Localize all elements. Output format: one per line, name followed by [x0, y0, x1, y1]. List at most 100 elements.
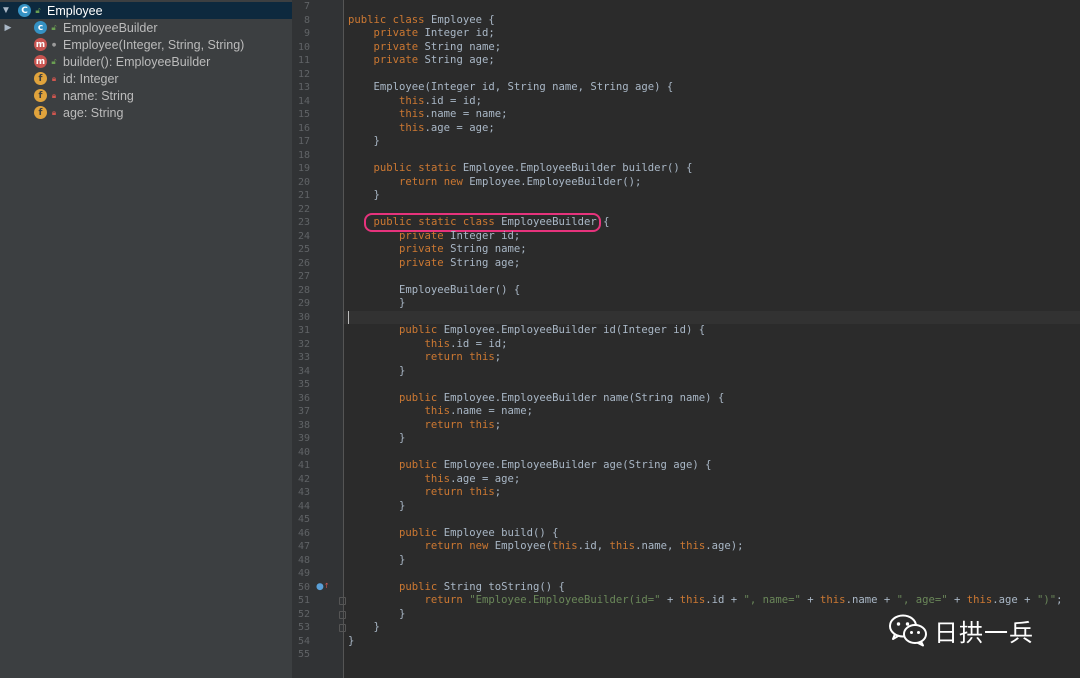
line-number: 40	[297, 446, 310, 458]
code-line[interactable]: }	[348, 189, 380, 203]
wechat-icon	[889, 614, 927, 647]
line-number: 15	[297, 109, 310, 120]
line-number: 47	[297, 541, 310, 552]
code-line[interactable]: public Employee.EmployeeBuilder id(Integ…	[348, 324, 705, 338]
tree-item[interactable]: ▶ c 🔓︎ EmployeeBuilder	[0, 19, 292, 36]
watermark-text: 日拱一兵	[934, 618, 1034, 647]
tree-item-label: age: String	[63, 105, 124, 120]
line-number: 12	[297, 68, 310, 80]
class-icon: c	[34, 21, 47, 34]
code-line[interactable]: public String toString() {	[348, 581, 565, 595]
code-line[interactable]: return new Employee(this.id, this.name, …	[348, 540, 744, 554]
code-line[interactable]: public static Employee.EmployeeBuilder b…	[348, 162, 693, 176]
code-line[interactable]: }	[348, 135, 380, 149]
code-line[interactable]: public class Employee {	[348, 14, 495, 28]
code-line[interactable]: return this;	[348, 419, 502, 433]
code-line[interactable]: return new Employee.EmployeeBuilder();	[348, 176, 641, 190]
line-number: 33	[297, 352, 310, 363]
code-line[interactable]: public Employee build() {	[348, 527, 558, 541]
code-line[interactable]: this.name = name;	[348, 405, 533, 419]
line-number: 20	[297, 176, 310, 188]
line-number: 13	[297, 82, 310, 93]
code-line[interactable]: public Employee.EmployeeBuilder name(Str…	[348, 392, 724, 406]
line-number: 16	[297, 122, 310, 134]
code-line[interactable]: public static class EmployeeBuilder {	[348, 216, 610, 230]
method-icon: m	[34, 38, 47, 51]
code-line[interactable]: }	[348, 432, 405, 446]
line-number: 38	[297, 419, 310, 431]
code-line[interactable]: private Integer id;	[348, 27, 495, 41]
code-line[interactable]: this.name = name;	[348, 108, 507, 122]
code-line[interactable]: return "Employee.EmployeeBuilder(id=" + …	[348, 594, 1063, 608]
code-line[interactable]: }	[348, 608, 405, 622]
tree-item-label: name: String	[63, 88, 134, 103]
line-number: 46	[297, 527, 310, 539]
private-modifier-icon: 🔒︎	[51, 73, 57, 83]
override-marker-icon[interactable]: ●↑	[316, 582, 330, 592]
code-line[interactable]: public Employee.EmployeeBuilder age(Stri…	[348, 459, 712, 473]
code-line[interactable]: }	[348, 500, 405, 514]
line-number: 32	[297, 338, 310, 350]
code-line[interactable]: }	[348, 297, 405, 311]
watermark: 日拱一兵	[888, 612, 1034, 648]
tree-item[interactable]: f 🔒︎ age: String	[0, 104, 292, 121]
tree-item[interactable]: f 🔒︎ name: String	[0, 87, 292, 104]
code-line[interactable]: this.id = id;	[348, 95, 482, 109]
public-modifier-icon: 🔓︎	[51, 22, 57, 32]
tree-root-employee[interactable]: ▼ C 🔓︎ Employee	[0, 2, 292, 19]
code-line[interactable]: Employee(Integer id, String name, String…	[348, 81, 674, 95]
code-line[interactable]: EmployeeBuilder() {	[348, 284, 520, 298]
structure-panel: ▼ C 🔓︎ Employee ▶ c 🔓︎ EmployeeBuilder m ● Emp…	[0, 0, 292, 678]
line-number: 28	[297, 284, 310, 296]
line-number-gutter: 7 8 9 10 11 12 13 14 15 16 17 18 19 20 21 22 23 24 25 26 27 2…	[292, 0, 346, 678]
expand-arrow-icon[interactable]: ▼	[0, 5, 12, 16]
line-number: 39	[297, 433, 310, 444]
tree-item[interactable]: m 🔓︎ builder(): EmployeeBuilder	[0, 53, 292, 70]
code-line[interactable]: return this;	[348, 351, 502, 365]
line-number: 23	[297, 217, 310, 228]
code-line[interactable]: this.age = age;	[348, 122, 495, 136]
code-line[interactable]: this.id = id;	[348, 338, 508, 352]
line-number: 37	[297, 406, 310, 417]
line-number: 19	[297, 163, 310, 174]
line-number: 14	[297, 95, 310, 107]
line-number: 52	[297, 608, 310, 620]
tree-item-label: builder(): EmployeeBuilder	[63, 54, 211, 69]
code-editor[interactable]: public class Employee { private Integer …	[344, 0, 1080, 678]
code-line[interactable]: return this;	[348, 486, 502, 500]
code-line[interactable]: private String age;	[348, 54, 495, 68]
line-number: 48	[297, 554, 310, 566]
package-private-modifier-icon: ●	[51, 41, 57, 48]
public-modifier-icon: 🔓︎	[35, 5, 41, 15]
code-line[interactable]: private String name;	[348, 243, 527, 257]
line-number: 10	[297, 41, 310, 53]
line-number: 30	[297, 311, 310, 323]
caret-line-highlight	[344, 310, 1080, 324]
line-number: 24	[297, 230, 310, 242]
code-line[interactable]: }	[348, 554, 405, 568]
tree-item[interactable]: m ● Employee(Integer, String, String)	[0, 36, 292, 53]
line-number: 9	[303, 28, 310, 39]
code-line[interactable]: }	[348, 635, 354, 649]
code-line[interactable]: private Integer id;	[348, 230, 520, 244]
code-line[interactable]: }	[348, 365, 405, 379]
code-line[interactable]: }	[348, 621, 380, 635]
line-number: 49	[297, 568, 310, 579]
field-icon: f	[34, 89, 47, 102]
line-number: 45	[297, 514, 310, 525]
line-number: 17	[297, 136, 310, 147]
field-icon: f	[34, 106, 47, 119]
code-line[interactable]: this.age = age;	[348, 473, 521, 487]
line-number: 7	[303, 1, 310, 12]
line-number: 44	[297, 500, 310, 512]
line-number: 34	[297, 365, 310, 377]
tree-item[interactable]: f 🔒︎ id: Integer	[0, 70, 292, 87]
code-line[interactable]: private String name;	[348, 41, 502, 55]
expand-arrow-icon[interactable]: ▶	[0, 22, 16, 33]
tree-item-label: id: Integer	[63, 71, 119, 86]
line-number: 22	[297, 203, 310, 215]
private-modifier-icon: 🔒︎	[51, 90, 57, 100]
line-number: 18	[297, 149, 310, 161]
code-line[interactable]: private String age;	[348, 257, 520, 271]
method-icon: m	[34, 55, 47, 68]
